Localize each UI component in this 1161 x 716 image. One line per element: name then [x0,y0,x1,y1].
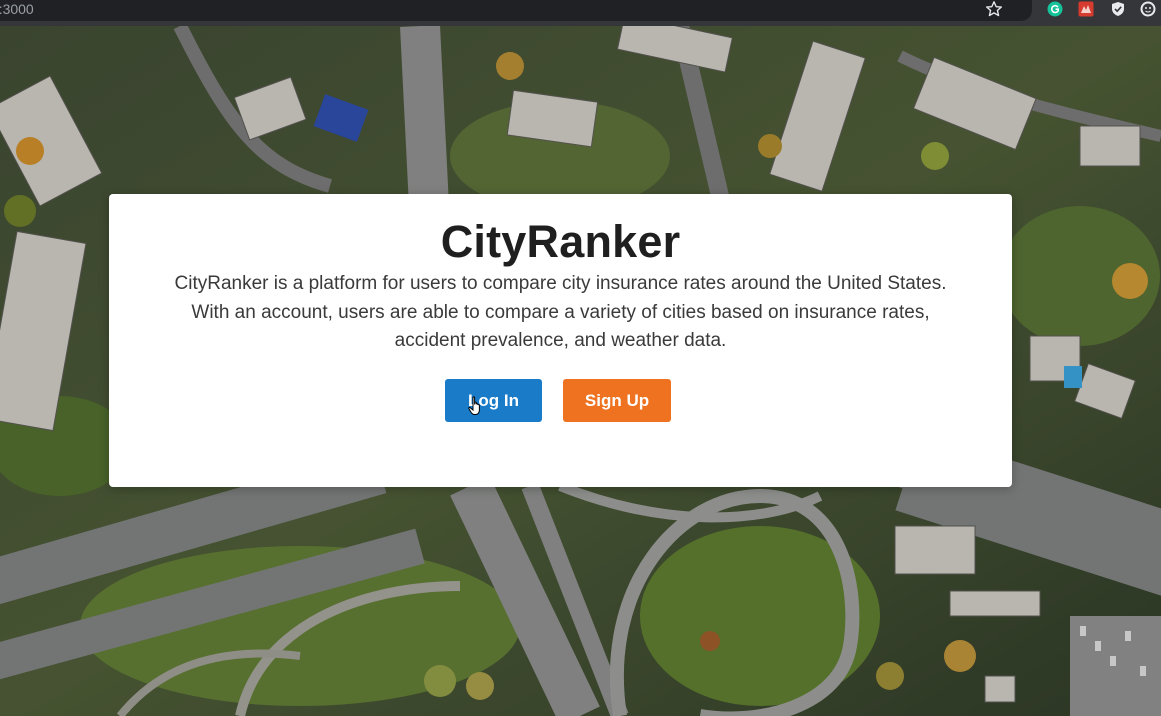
description-line: With an account, users are able to compa… [191,301,930,323]
shield-icon[interactable] [1110,1,1126,17]
page-viewport: ost:3000 [0,0,1161,716]
signup-button[interactable]: Sign Up [563,379,671,422]
description-line: CityRanker is a platform for users to co… [174,273,947,294]
hero-card: CityRanker CityRanker is a platform for … [109,194,1012,487]
url-text: ost:3000 [0,1,34,17]
login-button[interactable]: Log In [445,379,542,422]
profile-icon[interactable] [1140,1,1156,17]
address-bar[interactable]: ost:3000 [0,0,1032,21]
star-icon[interactable] [985,0,1003,18]
browser-toolbar: ost:3000 [0,0,1161,26]
red-extension-icon[interactable] [1078,1,1094,17]
url-port: :3000 [0,1,34,17]
hero-description: CityRanker is a platform for users to co… [149,270,972,356]
description-line: accident prevalence, and weather data. [394,330,727,351]
grammarly-icon[interactable] [1047,1,1063,17]
page-title: CityRanker [440,216,681,267]
